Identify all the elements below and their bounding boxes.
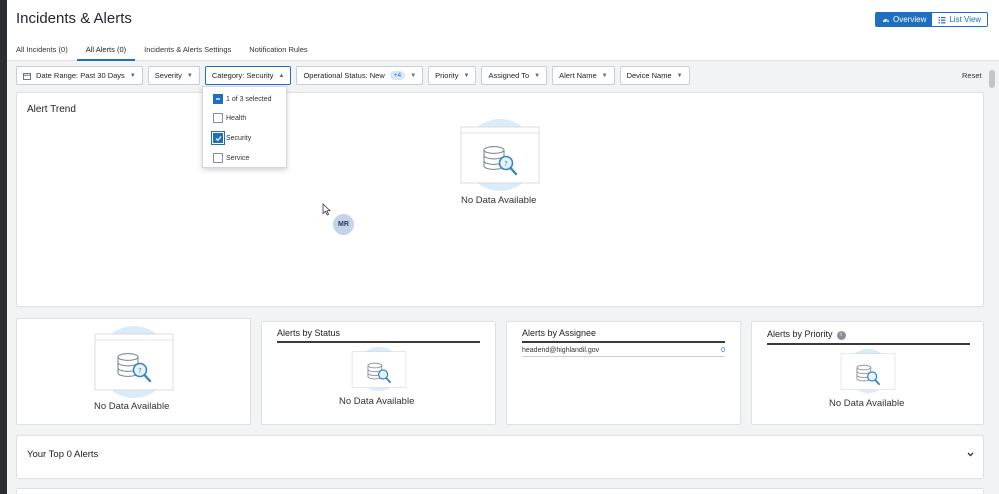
alerts-by-priority-card: Alerts by Priority i No Data Available	[751, 321, 984, 425]
assignee-row[interactable]: headend@highlandil.gov 0	[522, 347, 725, 357]
assigned-to-label: Assigned To	[488, 71, 530, 80]
severity-filter[interactable]: Severity ▼	[147, 66, 200, 85]
filter-bar: Date Range: Past 30 Days ▼ Severity ▼ Ca…	[16, 66, 690, 85]
operational-status-filter[interactable]: Operational Status: New +4 ▼	[296, 66, 424, 85]
option-health[interactable]: Health	[213, 113, 246, 123]
minus-icon	[216, 98, 220, 100]
chevron-down-icon: ▼	[676, 72, 683, 79]
chevron-down-icon: ▼	[534, 72, 541, 79]
no-data-text: No Data Available	[461, 195, 537, 206]
list-view-button[interactable]: List View	[932, 13, 988, 26]
tab-notification-rules[interactable]: Notification Rules	[240, 44, 316, 61]
severity-label: Severity	[154, 71, 182, 80]
calendar-icon	[23, 72, 31, 80]
list-icon	[938, 16, 946, 23]
extra-count-badge: +4	[389, 71, 406, 80]
alerts-by-assignee-title: Alerts by Assignee	[522, 328, 597, 338]
divider	[767, 343, 970, 345]
checkmark-icon	[215, 135, 221, 141]
svg-text:?: ?	[138, 367, 142, 375]
indeterminate-checkbox[interactable]	[213, 94, 223, 104]
alert-name-filter[interactable]: Alert Name ▼	[552, 66, 615, 85]
no-data-text: No Data Available	[94, 401, 170, 412]
scrollbar[interactable]	[988, 62, 996, 494]
security-checkbox[interactable]	[211, 131, 225, 145]
no-data-illustration	[350, 346, 408, 395]
selected-summary: 1 of 3 selected	[226, 95, 272, 103]
priority-filter[interactable]: Priority ▼	[428, 66, 477, 85]
top-alerts-title: Your Top 0 Alerts	[27, 449, 99, 460]
no-data-text: No Data Available	[339, 396, 415, 407]
tab-bar: All Incidents (0) All Alerts (0) Inciden…	[7, 44, 317, 61]
chevron-down-icon: ▼	[601, 72, 608, 79]
alerts-by-priority-label: Alerts by Priority	[767, 329, 833, 339]
chevron-down-icon: ▼	[410, 72, 417, 79]
alerts-by-assignee-card: Alerts by Assignee	[506, 321, 741, 425]
divider	[522, 341, 725, 343]
reset-button[interactable]: Reset	[962, 71, 982, 80]
option-security[interactable]: Security	[211, 131, 252, 145]
mouse-cursor-icon	[322, 203, 331, 216]
page-header: Incidents & Alerts Overview List View Al…	[7, 0, 999, 61]
top-alerts-card[interactable]: Your Top 0 Alerts	[16, 435, 984, 479]
assigned-to-filter[interactable]: Assigned To ▼	[481, 66, 548, 85]
option-label: Service	[226, 154, 250, 162]
tab-all-alerts[interactable]: All Alerts (0)	[76, 44, 136, 61]
alert-trend-title: Alert Trend	[27, 104, 76, 115]
alerts-by-priority-title: Alerts by Priority i	[767, 329, 846, 340]
chevron-down-icon: ▼	[186, 72, 193, 79]
alert-name-label: Alert Name	[559, 71, 597, 80]
chevron-down-icon[interactable]	[966, 450, 975, 459]
date-range-label: Date Range: Past 30 Days	[36, 71, 125, 80]
category-filter[interactable]: Category: Security ▲	[204, 66, 292, 85]
tab-incidents-alerts-settings[interactable]: Incidents & Alerts Settings	[135, 44, 240, 61]
divider	[277, 341, 480, 343]
overview-label: Overview	[893, 15, 927, 24]
next-card-edge	[16, 488, 984, 494]
category-label: Category: Security	[211, 71, 274, 80]
option-label: Security	[226, 134, 252, 142]
assignee-count: 0	[721, 347, 725, 354]
alerts-by-status-card: Alerts by Status No Data Available	[261, 321, 496, 425]
view-toggle: Overview List View	[875, 12, 989, 27]
date-range-filter[interactable]: Date Range: Past 30 Days ▼	[16, 66, 143, 85]
chevron-down-icon: ▼	[129, 72, 136, 79]
no-data-illustration: ?	[92, 324, 176, 403]
page-title: Incidents & Alerts	[16, 10, 132, 27]
device-name-label: Device Name	[626, 71, 672, 80]
assignee-name: headend@highlandil.gov	[522, 347, 600, 354]
summary-card: ? No Data Available	[16, 318, 251, 425]
alerts-by-status-title: Alerts by Status	[277, 328, 341, 338]
option-label: Health	[226, 114, 247, 122]
operational-status-label: Operational Status: New	[303, 71, 385, 80]
select-summary-row[interactable]: 1 of 3 selected	[213, 94, 272, 104]
info-icon[interactable]: i	[836, 330, 846, 340]
list-view-label: List View	[949, 15, 982, 24]
avatar[interactable]: MR	[333, 214, 354, 235]
svg-text:?: ?	[504, 160, 508, 168]
category-dropdown: 1 of 3 selected Health Security Service	[202, 86, 287, 168]
chevron-up-icon: ▲	[278, 72, 285, 79]
no-data-illustration	[839, 348, 897, 397]
service-checkbox[interactable]	[213, 153, 223, 163]
option-service[interactable]: Service	[213, 153, 249, 163]
dashboard-icon	[883, 18, 889, 22]
overview-button[interactable]: Overview	[876, 13, 933, 26]
no-data-illustration: ?	[458, 117, 542, 196]
chevron-down-icon: ▼	[463, 72, 470, 79]
device-name-filter[interactable]: Device Name ▼	[619, 66, 690, 85]
tab-all-incidents[interactable]: All Incidents (0)	[7, 44, 77, 61]
no-data-text: No Data Available	[829, 398, 905, 409]
scrollbar-thumb[interactable]	[989, 70, 995, 88]
left-edge-strip	[0, 0, 7, 494]
priority-label: Priority	[435, 71, 459, 80]
health-checkbox[interactable]	[213, 113, 223, 123]
alert-trend-card: Alert Trend ? No Data Available	[16, 92, 984, 307]
